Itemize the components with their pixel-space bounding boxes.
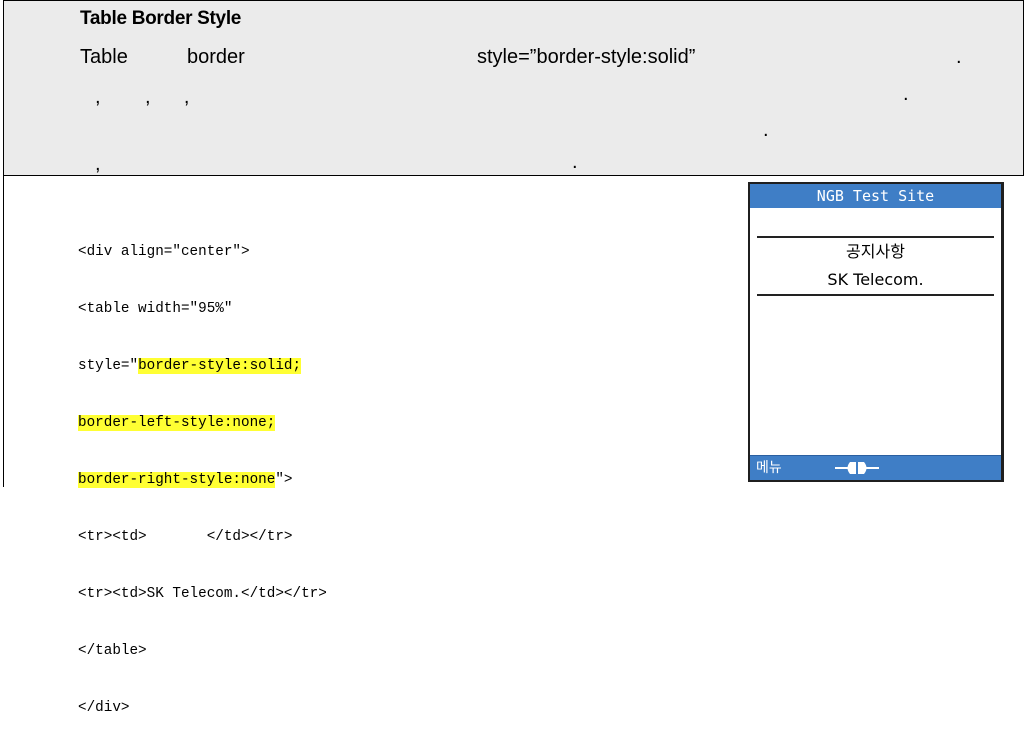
- description-panel: Table Border Style Table border style=”b…: [3, 0, 1024, 176]
- code-line: <table width="95%": [78, 301, 233, 317]
- preview-table: 공지사항 SK Telecom.: [757, 236, 994, 296]
- phone-screen: 공지사항 SK Telecom.: [750, 208, 1001, 456]
- preview-cell-company: SK Telecom.: [827, 270, 924, 289]
- left-right-nav-icon[interactable]: [833, 459, 881, 477]
- desc-line2-dot: .: [903, 83, 909, 105]
- phone-header: NGB Test Site: [750, 184, 1001, 208]
- code-line: style="border-style:solid;: [78, 357, 327, 376]
- code-line: </table>: [78, 643, 147, 659]
- desc-word-table: Table: [80, 46, 128, 68]
- desc-style-code: style=”border-style:solid”: [477, 46, 696, 68]
- code-line: border-left-style:none;: [78, 414, 327, 433]
- highlighted-code: border-right-style:none: [78, 472, 276, 488]
- code-line: <div align="center">: [78, 244, 250, 260]
- code-line: <tr><td> </td></tr>: [78, 529, 293, 545]
- highlighted-code: border-left-style:none;: [78, 415, 276, 431]
- desc-line2-marks: , , ,: [95, 86, 190, 108]
- highlighted-code: border-style:solid;: [138, 358, 302, 374]
- desc-line4-comma: ,: [95, 153, 101, 175]
- example-panel: <div align="center"> <table width="95%" …: [3, 175, 1024, 716]
- menu-softkey[interactable]: 메뉴: [756, 458, 782, 478]
- code-line: <tr><td>SK Telecom.</td></tr>: [78, 586, 327, 602]
- preview-cell-notice: 공지사항: [846, 242, 905, 261]
- code-line: border-right-style:none">: [78, 471, 327, 490]
- code-token: style=": [78, 358, 139, 374]
- desc-line1-dot: .: [956, 46, 962, 68]
- desc-line3-dot: .: [763, 119, 769, 141]
- phone-preview: NGB Test Site 공지사항 SK Telecom. 메뉴: [748, 182, 1004, 482]
- code-sample: <div align="center"> <table width="95%" …: [78, 205, 327, 756]
- code-line: </div>: [78, 700, 130, 716]
- desc-word-border: border: [187, 46, 245, 68]
- code-token: ">: [275, 472, 293, 488]
- phone-softkey-bar: 메뉴: [750, 455, 1001, 480]
- section-title: Table Border Style: [80, 8, 242, 29]
- desc-line4-dot: .: [572, 151, 578, 173]
